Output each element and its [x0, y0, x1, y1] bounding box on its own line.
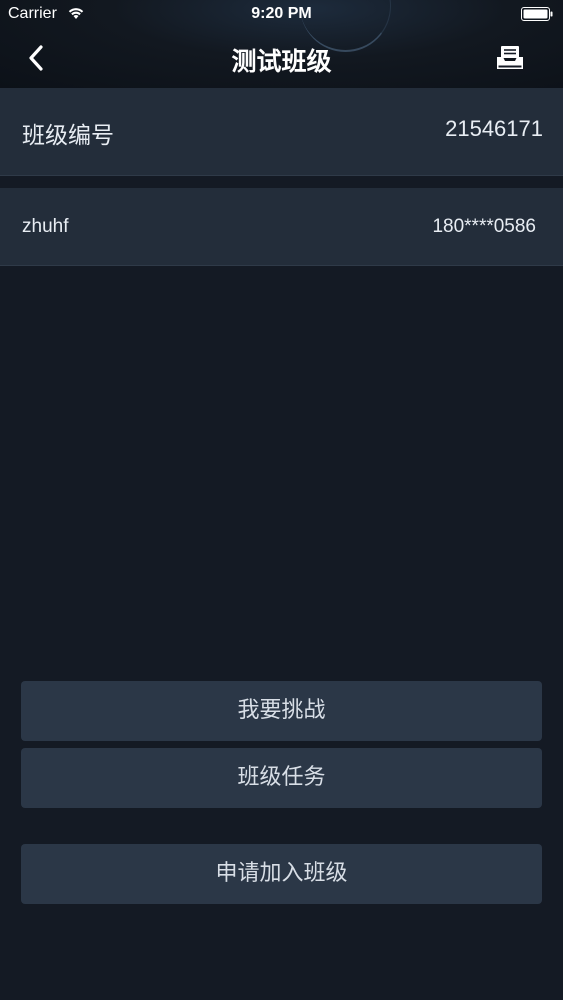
battery-icon: [521, 7, 553, 21]
status-bar: Carrier 9:20 PM: [0, 0, 563, 30]
class-tasks-button[interactable]: 班级任务: [21, 748, 542, 808]
class-id-label: 班级编号: [22, 123, 114, 149]
nav-bar: 测试班级: [0, 30, 563, 88]
inbox-tray-icon[interactable]: [495, 44, 525, 72]
status-time: 9:20 PM: [251, 5, 312, 22]
member-name: zhuhf: [22, 216, 69, 237]
join-class-button[interactable]: 申请加入班级: [21, 844, 542, 904]
page-title: 测试班级: [231, 47, 332, 76]
class-id-row: 班级编号 21546171: [0, 88, 563, 176]
header: Carrier 9:20 PM 测试班级: [0, 0, 563, 88]
class-id-value: 21546171: [445, 116, 543, 141]
member-phone: 180****0586: [432, 216, 536, 237]
challenge-button[interactable]: 我要挑战: [21, 681, 542, 741]
member-row[interactable]: zhuhf 180****0586: [0, 188, 563, 266]
